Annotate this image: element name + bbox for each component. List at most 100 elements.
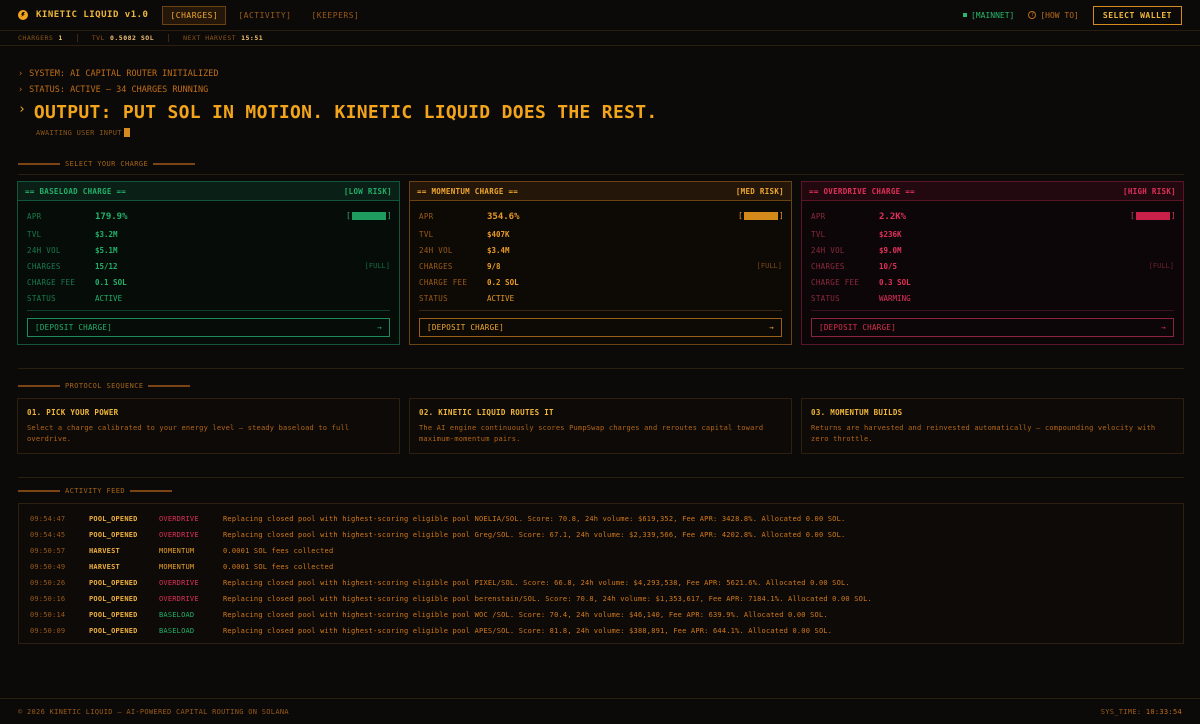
stat-label: CHARGERS xyxy=(18,34,54,42)
brand-name: KINETIC LIQUID v1.0 xyxy=(36,10,149,20)
deposit-label: [DEPOSIT CHARGE] xyxy=(35,323,113,332)
field-label: 24H VOL xyxy=(419,245,453,255)
feed-row: 09:50:57 HARVEST MOMENTUM 0.0001 SOL fees c… xyxy=(30,543,1172,559)
feed-pool: MOMENTUM xyxy=(159,547,195,555)
charges-value: 9/8 xyxy=(487,261,501,271)
field-label: CHARGES xyxy=(811,261,845,271)
charges-row: CHARGES 9/8 [FULL] xyxy=(419,258,782,274)
feed-row: 09:54:47 POOL_OPENED OVERDRIVE Replacing cl… xyxy=(30,511,1172,527)
divider xyxy=(168,34,170,42)
select-wallet-button[interactable]: SELECT WALLET xyxy=(1092,5,1182,25)
field-label: APR xyxy=(27,212,42,221)
tvl-row: TVL $3.2M xyxy=(27,226,390,242)
chevron-right-icon: › xyxy=(18,85,24,95)
arrow-right-icon: → xyxy=(377,323,382,332)
apr-value: 354.6% xyxy=(487,211,520,222)
feed-message: 0.0001 SOL fees collected xyxy=(223,547,334,555)
step-title: 01. PICK YOUR POWER xyxy=(27,408,119,417)
terminal-line: › STATUS: ACTIVE — 34 CHARGES RUNNING xyxy=(18,82,218,98)
deposit-charge-button[interactable]: [DEPOSIT CHARGE] → xyxy=(419,318,782,337)
divider xyxy=(148,385,191,387)
stat-next-harvest: NEXT HARVEST 15:51 xyxy=(183,34,263,42)
status-value: ACTIVE xyxy=(487,293,515,303)
feed-pool: MOMENTUM xyxy=(159,563,195,571)
feed-message: Replacing closed pool with highest-scori… xyxy=(223,611,828,619)
tab-charges[interactable]: [CHARGES] xyxy=(162,5,227,25)
apr-row: APR 354.6% [] xyxy=(419,207,784,226)
stat-label: NEXT HARVEST xyxy=(183,34,237,42)
help-icon: ? xyxy=(1028,11,1037,19)
field-label: 24H VOL xyxy=(811,245,845,255)
feed-pool: BASELOAD xyxy=(159,611,195,619)
tvl-row: TVL $407K xyxy=(419,226,782,242)
feed-message: 0.0001 SOL fees collected xyxy=(223,563,334,571)
status-dot-icon xyxy=(962,13,967,17)
feed-event-type: POOL_OPENED xyxy=(89,595,138,603)
deposit-charge-button[interactable]: [DEPOSIT CHARGE] → xyxy=(811,318,1174,337)
field-label: TVL xyxy=(27,229,42,239)
divider xyxy=(27,310,390,311)
sys-time: SYS_TIME: 10:33:54 xyxy=(1101,708,1182,716)
tab-activity[interactable]: [ACTIVITY] xyxy=(230,6,299,25)
feed-pool: OVERDRIVE xyxy=(159,531,199,539)
charges-value: 15/12 xyxy=(95,261,118,271)
feed-time: 09:54:47 xyxy=(30,515,66,523)
field-label: 24H VOL xyxy=(27,245,61,255)
divider xyxy=(18,385,60,387)
feed-pool: OVERDRIVE xyxy=(159,595,199,603)
tvl-value: $407K xyxy=(487,229,510,239)
chevron-right-icon: › xyxy=(18,102,26,117)
card-title: == BASELOAD CHARGE == xyxy=(25,186,127,196)
deposit-charge-button[interactable]: [DEPOSIT CHARGE] → xyxy=(27,318,390,337)
meter-fill xyxy=(1135,211,1171,220)
feed-message: Replacing closed pool with highest-scori… xyxy=(223,531,846,539)
charges-row: CHARGES 15/12 [FULL] xyxy=(27,258,390,274)
charge-card-overdrive: == OVERDRIVE CHARGE == [HIGH RISK] APR 2… xyxy=(801,181,1184,345)
field-label: STATUS xyxy=(419,293,448,303)
volume-row: 24H VOL $5.1M xyxy=(27,242,390,258)
sys-time-label: SYS_TIME: xyxy=(1100,707,1142,716)
stat-label: TVL xyxy=(91,34,105,42)
charge-card-momentum: == MOMENTUM CHARGE == [MED RISK] APR 354… xyxy=(409,181,792,345)
full-badge: [FULL] xyxy=(756,262,782,270)
brand[interactable]: KINETIC LIQUID v1.0 xyxy=(18,10,148,20)
divider xyxy=(419,310,782,311)
card-header: == OVERDRIVE CHARGE == [HIGH RISK] xyxy=(802,182,1183,201)
divider xyxy=(18,368,1184,369)
feed-time: 09:50:14 xyxy=(30,611,66,619)
feed-time: 09:50:26 xyxy=(30,579,66,587)
field-label: TVL xyxy=(419,229,434,239)
footer: © 2026 KINETIC LIQUID — AI-POWERED CAPIT… xyxy=(0,698,1200,724)
field-label: CHARGES xyxy=(419,261,453,271)
section-header-feed: ACTIVITY FEED xyxy=(18,487,172,495)
network-label: [MAINNET] xyxy=(970,10,1015,20)
divider xyxy=(18,174,1184,175)
charges-row: CHARGES 10/5 [FULL] xyxy=(811,258,1174,274)
card-header: == BASELOAD CHARGE == [LOW RISK] xyxy=(18,182,399,201)
section-title: PROTOCOL SEQUENCE xyxy=(65,382,144,390)
feed-pool: OVERDRIVE xyxy=(159,579,199,587)
feed-message: Replacing closed pool with highest-scori… xyxy=(223,579,850,587)
copyright: © 2026 KINETIC LIQUID — AI-POWERED CAPIT… xyxy=(18,707,289,716)
deposit-label: [DEPOSIT CHARGE] xyxy=(819,323,897,332)
chevron-right-icon: › xyxy=(18,69,24,79)
feed-row: 09:50:26 POOL_OPENED OVERDRIVE Replacing cl… xyxy=(30,575,1172,591)
field-label: APR xyxy=(811,212,826,221)
apr-meter: [] xyxy=(1130,210,1176,220)
apr-meter: [] xyxy=(738,210,784,220)
tab-keepers[interactable]: [KEEPERS] xyxy=(303,6,367,25)
section-title: SELECT YOUR CHARGE xyxy=(65,160,149,168)
fee-row: CHARGE FEE 0.3 SOL xyxy=(811,274,1174,290)
stat-value: 1 xyxy=(58,34,63,42)
how-to-link[interactable]: ? [HOW TO] xyxy=(1028,11,1079,20)
field-label: STATUS xyxy=(27,293,56,303)
step-card: 01. PICK YOUR POWER Select a charge cali… xyxy=(17,398,400,454)
feed-row: 09:54:45 POOL_OPENED OVERDRIVE Replacing cl… xyxy=(30,527,1172,543)
field-label: CHARGE FEE xyxy=(811,277,860,287)
terminal-text: SYSTEM: AI CAPITAL ROUTER INITIALIZED xyxy=(29,69,219,79)
stat-value: 0.5082 SOL xyxy=(109,34,155,42)
meter-fill xyxy=(743,211,779,220)
feed-row: 09:50:49 HARVEST MOMENTUM 0.0001 SOL fees c… xyxy=(30,559,1172,575)
step-card: 02. KINETIC LIQUID ROUTES IT The AI engi… xyxy=(409,398,792,454)
card-title: == MOMENTUM CHARGE == xyxy=(417,186,519,196)
